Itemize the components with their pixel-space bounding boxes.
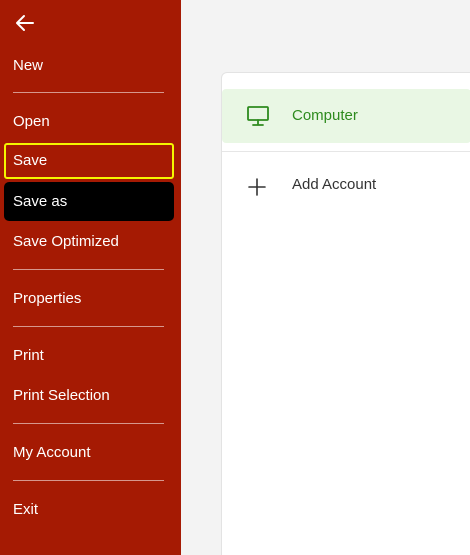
- save-locations-panel: Computer Add Account: [221, 72, 470, 555]
- menu-item-save[interactable]: Save: [4, 143, 174, 179]
- back-button[interactable]: [13, 11, 37, 35]
- plus-icon: [246, 176, 270, 198]
- backstage-sidebar: New Open Save Save as Save Optimized Pro…: [0, 0, 181, 555]
- location-computer-label: Computer: [292, 107, 358, 124]
- menu-item-print-selection[interactable]: Print Selection: [4, 378, 174, 414]
- menu-item-open[interactable]: Open: [4, 104, 174, 140]
- location-computer[interactable]: Computer: [222, 89, 470, 143]
- location-add-account[interactable]: Add Account: [222, 158, 470, 212]
- menu-divider: [13, 326, 164, 327]
- menu-item-print[interactable]: Print: [4, 338, 174, 374]
- menu-item-new[interactable]: New: [4, 48, 174, 84]
- panel-divider: [222, 151, 470, 152]
- menu-item-save-optimized[interactable]: Save Optimized: [4, 224, 174, 260]
- menu-item-properties[interactable]: Properties: [4, 281, 174, 317]
- menu-item-save-as[interactable]: Save as: [4, 182, 174, 221]
- menu-item-my-account[interactable]: My Account: [4, 435, 174, 471]
- menu-divider: [13, 423, 164, 424]
- menu-divider: [13, 480, 164, 481]
- menu-divider: [13, 269, 164, 270]
- menu-item-exit[interactable]: Exit: [4, 492, 174, 528]
- monitor-icon: [246, 105, 270, 127]
- menu-divider: [13, 92, 164, 93]
- backstage-view: New Open Save Save as Save Optimized Pro…: [0, 0, 470, 555]
- arrow-left-icon: [13, 11, 37, 35]
- location-add-account-label: Add Account: [292, 176, 377, 193]
